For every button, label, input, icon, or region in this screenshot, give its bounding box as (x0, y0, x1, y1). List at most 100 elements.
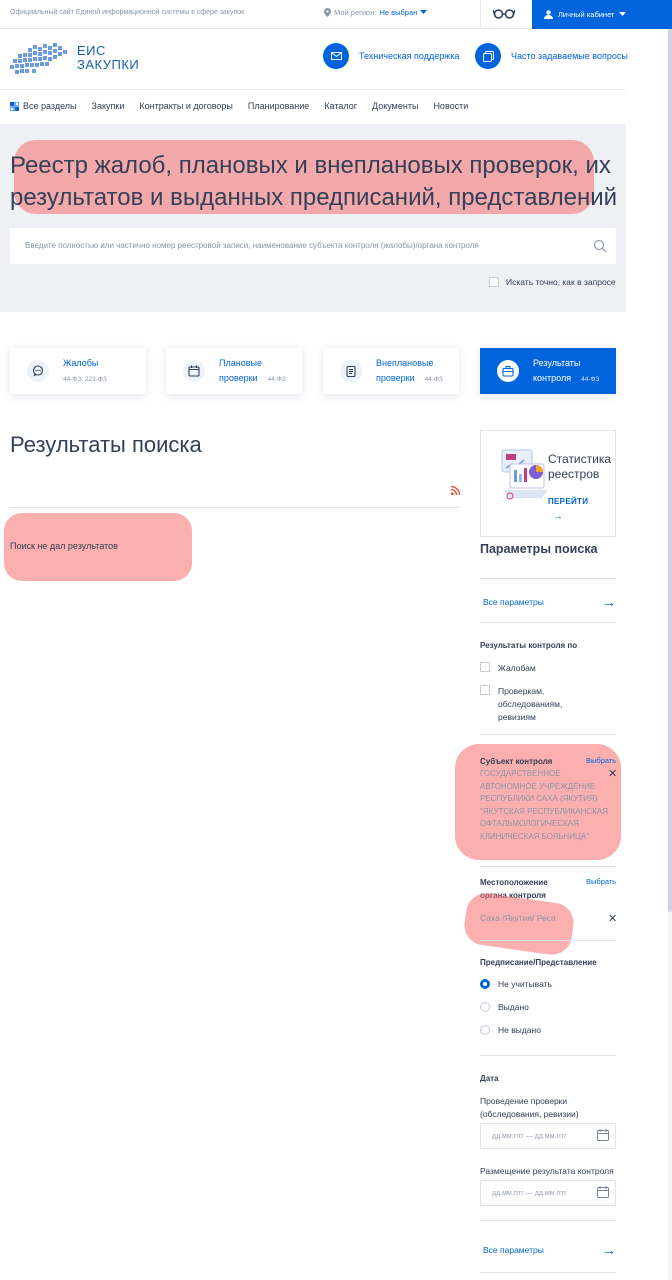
all-params-link[interactable]: Все параметры → (483, 594, 616, 610)
all-params-label: Все параметры (483, 1245, 544, 1255)
top-bar: Официальный сайт Единой информационной с… (0, 0, 672, 29)
tab-law: 44-ФЗ (581, 375, 600, 383)
close-icon[interactable]: ✕ (608, 767, 617, 780)
faq-label: Часто задаваемые вопросы (511, 51, 628, 61)
divider (480, 1272, 616, 1273)
checkbox-label: Проверкам, обследованиям, ревизиям (498, 686, 563, 722)
header-divider (0, 89, 626, 90)
date-publish-label: Размещение результата контроля (480, 1166, 614, 1176)
region-value[interactable]: Не выбран (379, 8, 417, 17)
nav-item-news[interactable]: Новости (433, 101, 468, 111)
chevron-down-icon (420, 10, 428, 14)
arrow-right-icon[interactable]: → (553, 511, 563, 522)
search-icon[interactable] (593, 239, 607, 253)
radio-label: Выдано (498, 1002, 529, 1012)
calendar-icon (183, 360, 205, 382)
subject-title: Субъект контроля (480, 757, 553, 766)
nav-item-purchases[interactable]: Закупки (92, 101, 125, 111)
nav-item-documents[interactable]: Документы (372, 101, 418, 111)
tab-complaints[interactable]: Жалобы 44-ФЗ, 223-ФЗ (10, 348, 146, 394)
divider (480, 1220, 616, 1221)
scrollbar-thumb[interactable] (668, 2, 672, 912)
sections-grid-icon (10, 101, 19, 111)
tab-label: Внеплановые проверки 44-ФЗ (376, 356, 443, 387)
clipboard-icon (340, 360, 362, 382)
calendar-icon[interactable] (597, 1186, 609, 1198)
date-check-range-input[interactable]: дд.мм.гггг — дд.мм.гггг (480, 1123, 616, 1149)
location-value: Саха /Якутия/ Респ (480, 913, 556, 923)
radio-button[interactable] (480, 979, 490, 989)
exact-search-label: Искать точно, как в запросе (506, 277, 616, 287)
region-selector[interactable]: Мой регион: Не выбран (324, 8, 428, 17)
checkbox-label: Жалобам (498, 663, 536, 673)
tab-title-line-2: проверки (219, 372, 258, 383)
checkbox-box[interactable] (489, 277, 499, 287)
rss-icon[interactable] (451, 486, 460, 495)
logo-text[interactable]: ЕИС ЗАКУПКИ (77, 44, 139, 72)
subject-value: ГОСУДАРСТВЕННОЕ АВТОНОМНОЕ УЧРЕЖДЕНИЕ РЕ… (480, 769, 608, 841)
radio-label: Не учитывать (498, 979, 552, 989)
tab-label: Результаты контроля 44-ФЗ (533, 356, 599, 387)
control-results-title: Результаты контроля по (480, 641, 578, 650)
personal-cabinet-label: Личный кабинет (558, 10, 615, 19)
close-icon[interactable]: ✕ (608, 912, 617, 925)
tab-title-line-2: проверки (376, 372, 415, 383)
tab-title-line-2: контроля (533, 372, 572, 383)
nav-item-contracts[interactable]: Контракты и договоры (139, 101, 233, 111)
arrow-right-icon: → (602, 1242, 616, 1258)
page-title: Реестр жалоб, плановых и внеплановых про… (10, 152, 618, 211)
radio-issued[interactable]: Выдано (480, 1002, 529, 1012)
tab-law: 44-ФЗ (424, 375, 443, 383)
nav-item-catalog[interactable]: Каталог (324, 101, 357, 111)
briefcase-icon (497, 360, 519, 382)
checkbox-inspections[interactable]: Проверкам, обследованиям, ревизиям (480, 685, 580, 724)
tab-title-line-1: Результаты (533, 357, 581, 368)
checkbox-box[interactable] (480, 662, 490, 672)
tab-control-results[interactable]: Результаты контроля 44-ФЗ (480, 348, 616, 394)
logo-line-1: ЕИС (77, 43, 106, 58)
no-results-text: Поиск не дал результатов (10, 541, 118, 551)
radio-not-issued[interactable]: Не выдано (480, 1025, 541, 1035)
nav-all-sections[interactable]: Все разделы (10, 101, 77, 111)
personal-cabinet-button[interactable]: Личный кабинет (532, 0, 672, 29)
calendar-icon[interactable] (597, 1129, 609, 1141)
statistics-title-line-1: Статистика (548, 452, 612, 466)
support-link[interactable]: Техническая поддержка (323, 43, 459, 69)
tab-unplanned-inspections[interactable]: Внеплановые проверки 44-ФЗ (323, 348, 459, 394)
support-label: Техническая поддержка (359, 51, 460, 61)
accessibility-glasses-icon[interactable] (493, 6, 515, 20)
exact-search-checkbox[interactable]: Искать точно, как в запросе (489, 277, 616, 287)
subject-choose-link[interactable]: Выбрать (586, 756, 616, 765)
radio-button[interactable] (480, 1002, 490, 1012)
divider (480, 578, 616, 579)
checkbox-complaints[interactable]: Жалобам (480, 662, 536, 675)
divider (480, 1055, 616, 1056)
all-params-link-bottom[interactable]: Все параметры → (483, 1242, 616, 1258)
search-input[interactable]: Введите полностью или частично номер рее… (10, 228, 616, 264)
region-label: Мой регион: (334, 8, 377, 17)
statistics-illustration-icon (501, 449, 548, 500)
user-icon (544, 10, 553, 19)
main-nav: Все разделы Закупки Контракты и договоры… (10, 101, 468, 111)
eis-logo-map-icon[interactable] (10, 42, 70, 78)
radio-label: Не выдано (498, 1025, 541, 1035)
divider (480, 0, 481, 29)
location-choose-link[interactable]: Выбрать (586, 877, 616, 886)
checkbox-box[interactable] (480, 685, 490, 695)
logo-line-2: ЗАКУПКИ (77, 57, 140, 72)
location-pin-icon (324, 8, 331, 17)
date-title: Дата (480, 1074, 499, 1083)
radio-not-considered[interactable]: Не учитывать (480, 979, 552, 989)
faq-link[interactable]: Часто задаваемые вопросы (475, 43, 628, 69)
tab-planned-inspections[interactable]: Плановые проверки 44-ФЗ (166, 348, 302, 394)
site-label: Официальный сайт Единой информационной с… (10, 9, 245, 16)
nav-item-planning[interactable]: Планирование (248, 101, 309, 111)
results-title: Результаты поиска (10, 432, 202, 457)
tab-label: Жалобы 44-ФЗ, 223-ФЗ (63, 356, 107, 387)
date-check-label: Проведение проверки (обследования, ревиз… (480, 1096, 579, 1119)
statistics-go-link[interactable]: ПЕРЕЙТИ (548, 497, 588, 506)
date-publish-range-input[interactable]: дд.мм.гггг — дд.мм.гггг (480, 1180, 616, 1206)
radio-button[interactable] (480, 1025, 490, 1035)
tab-title: Жалобы (63, 357, 99, 368)
nav-all-sections-label: Все разделы (23, 101, 77, 111)
